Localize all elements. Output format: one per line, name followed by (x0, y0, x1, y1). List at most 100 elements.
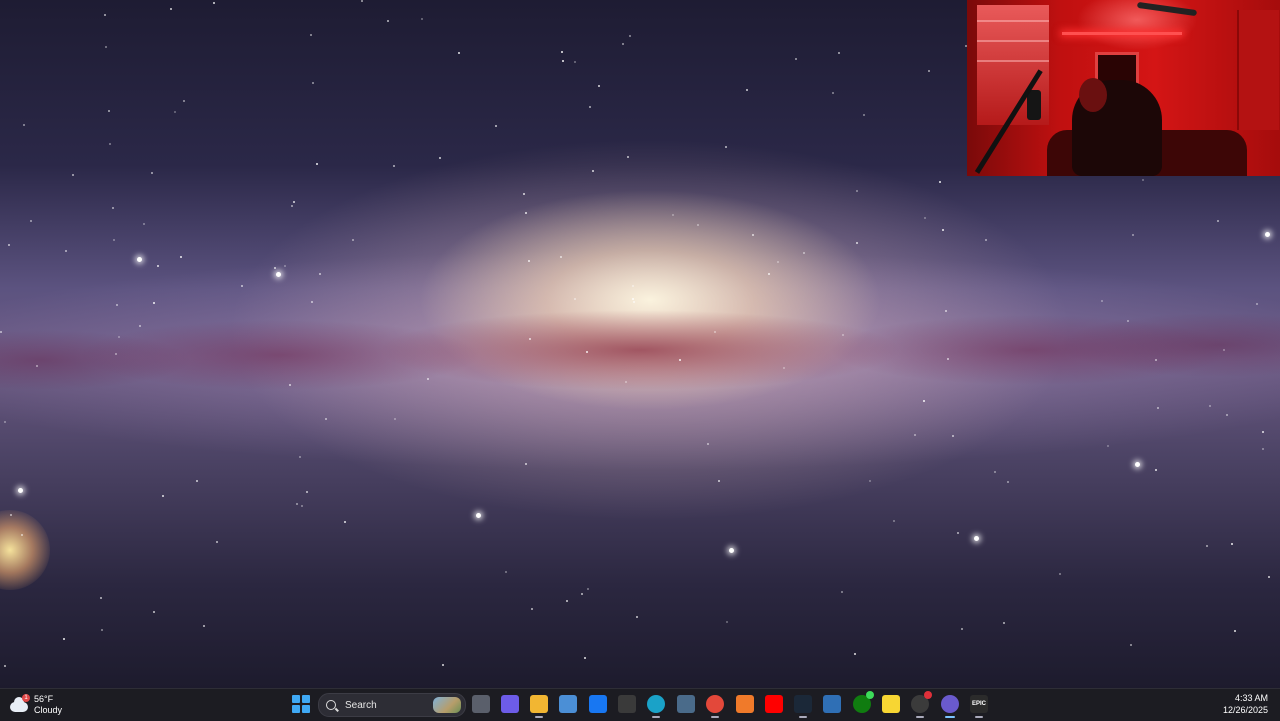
star (531, 608, 533, 610)
star (589, 106, 591, 108)
star (4, 665, 6, 667)
star (1231, 543, 1233, 545)
star (803, 252, 805, 254)
star (947, 358, 949, 360)
star (116, 304, 118, 306)
steam-icon[interactable] (794, 695, 812, 718)
star (994, 471, 996, 473)
star (216, 541, 218, 543)
star (726, 621, 728, 623)
xbox-icon[interactable] (853, 691, 874, 713)
star (832, 92, 834, 94)
webcam-overlay (967, 0, 1280, 176)
star (560, 256, 562, 258)
weather-badge: 1 (22, 694, 30, 702)
star (841, 591, 843, 593)
star (632, 298, 634, 300)
star (629, 35, 631, 37)
star (672, 214, 674, 216)
bright-star (276, 272, 281, 277)
star (306, 491, 308, 493)
weather-condition: Cloudy (34, 705, 63, 715)
star (718, 480, 720, 482)
star (387, 20, 389, 22)
star (1127, 320, 1129, 322)
calculator-icon[interactable] (677, 695, 695, 713)
star (319, 273, 321, 275)
bright-star (476, 513, 481, 518)
bright-star (729, 548, 734, 553)
facebook-icon[interactable] (589, 695, 607, 713)
youtube-icon[interactable] (765, 695, 783, 713)
star (525, 463, 527, 465)
running-indicator (799, 716, 807, 718)
cortana-circle-icon[interactable] (941, 695, 959, 718)
weather-temperature: 56°F (34, 694, 54, 704)
star (1101, 300, 1103, 302)
star (213, 2, 215, 4)
nebula-glow (0, 510, 50, 590)
star (856, 242, 858, 244)
star (838, 52, 840, 54)
epic-games-icon[interactable]: EPIC (970, 695, 988, 718)
star (863, 114, 865, 116)
bright-star (974, 536, 979, 541)
clock-date: 12/26/2025 (1222, 705, 1268, 715)
star (505, 571, 507, 573)
star (63, 638, 65, 640)
star (393, 165, 395, 167)
star (957, 532, 959, 534)
galaxy-dust-lane (0, 300, 1280, 410)
star (495, 125, 497, 127)
star (1155, 359, 1157, 361)
star (139, 325, 141, 327)
star (118, 336, 120, 338)
star (153, 302, 155, 304)
star (1226, 414, 1228, 416)
star (627, 156, 629, 158)
star (697, 224, 699, 226)
obs-icon[interactable] (911, 691, 932, 718)
star (296, 503, 298, 505)
star (153, 611, 155, 613)
system-clock[interactable]: 4:33 AM 12/26/2025 (1223, 692, 1268, 716)
running-indicator (975, 716, 983, 718)
chrome-icon[interactable] (706, 695, 724, 718)
weather-widget[interactable]: 1 56°F Cloudy (10, 692, 62, 718)
star (562, 60, 564, 62)
microsoft-store-icon[interactable] (559, 695, 577, 713)
running-indicator (916, 716, 924, 718)
webcam-blind (977, 20, 1049, 22)
star (36, 365, 38, 367)
star (1059, 573, 1061, 575)
star (100, 597, 102, 599)
star (961, 628, 963, 630)
amazon-icon[interactable] (618, 695, 636, 713)
webcam-blind (977, 60, 1049, 62)
edge-icon[interactable] (647, 695, 665, 718)
star (8, 244, 10, 246)
task-view-icon[interactable] (472, 695, 490, 713)
search-box[interactable]: Search (318, 693, 466, 717)
star (301, 505, 303, 507)
settings-gear-icon[interactable] (823, 695, 841, 713)
star (679, 359, 681, 361)
windows-start-icon[interactable] (292, 695, 310, 713)
sticky-notes-icon[interactable] (882, 695, 900, 713)
bright-star (18, 488, 23, 493)
copilot-icon[interactable] (501, 695, 519, 713)
star (174, 111, 176, 113)
bright-star (1135, 462, 1140, 467)
star (752, 234, 754, 236)
file-explorer-icon[interactable] (530, 695, 548, 718)
star (1223, 349, 1225, 351)
webcam-mic (1027, 90, 1041, 120)
app-a-icon[interactable] (736, 695, 754, 713)
star (427, 378, 429, 380)
star (284, 265, 286, 267)
star (622, 43, 624, 45)
star (746, 89, 748, 91)
star (113, 239, 115, 241)
star (592, 170, 594, 172)
obs-recording-badge (924, 691, 932, 699)
